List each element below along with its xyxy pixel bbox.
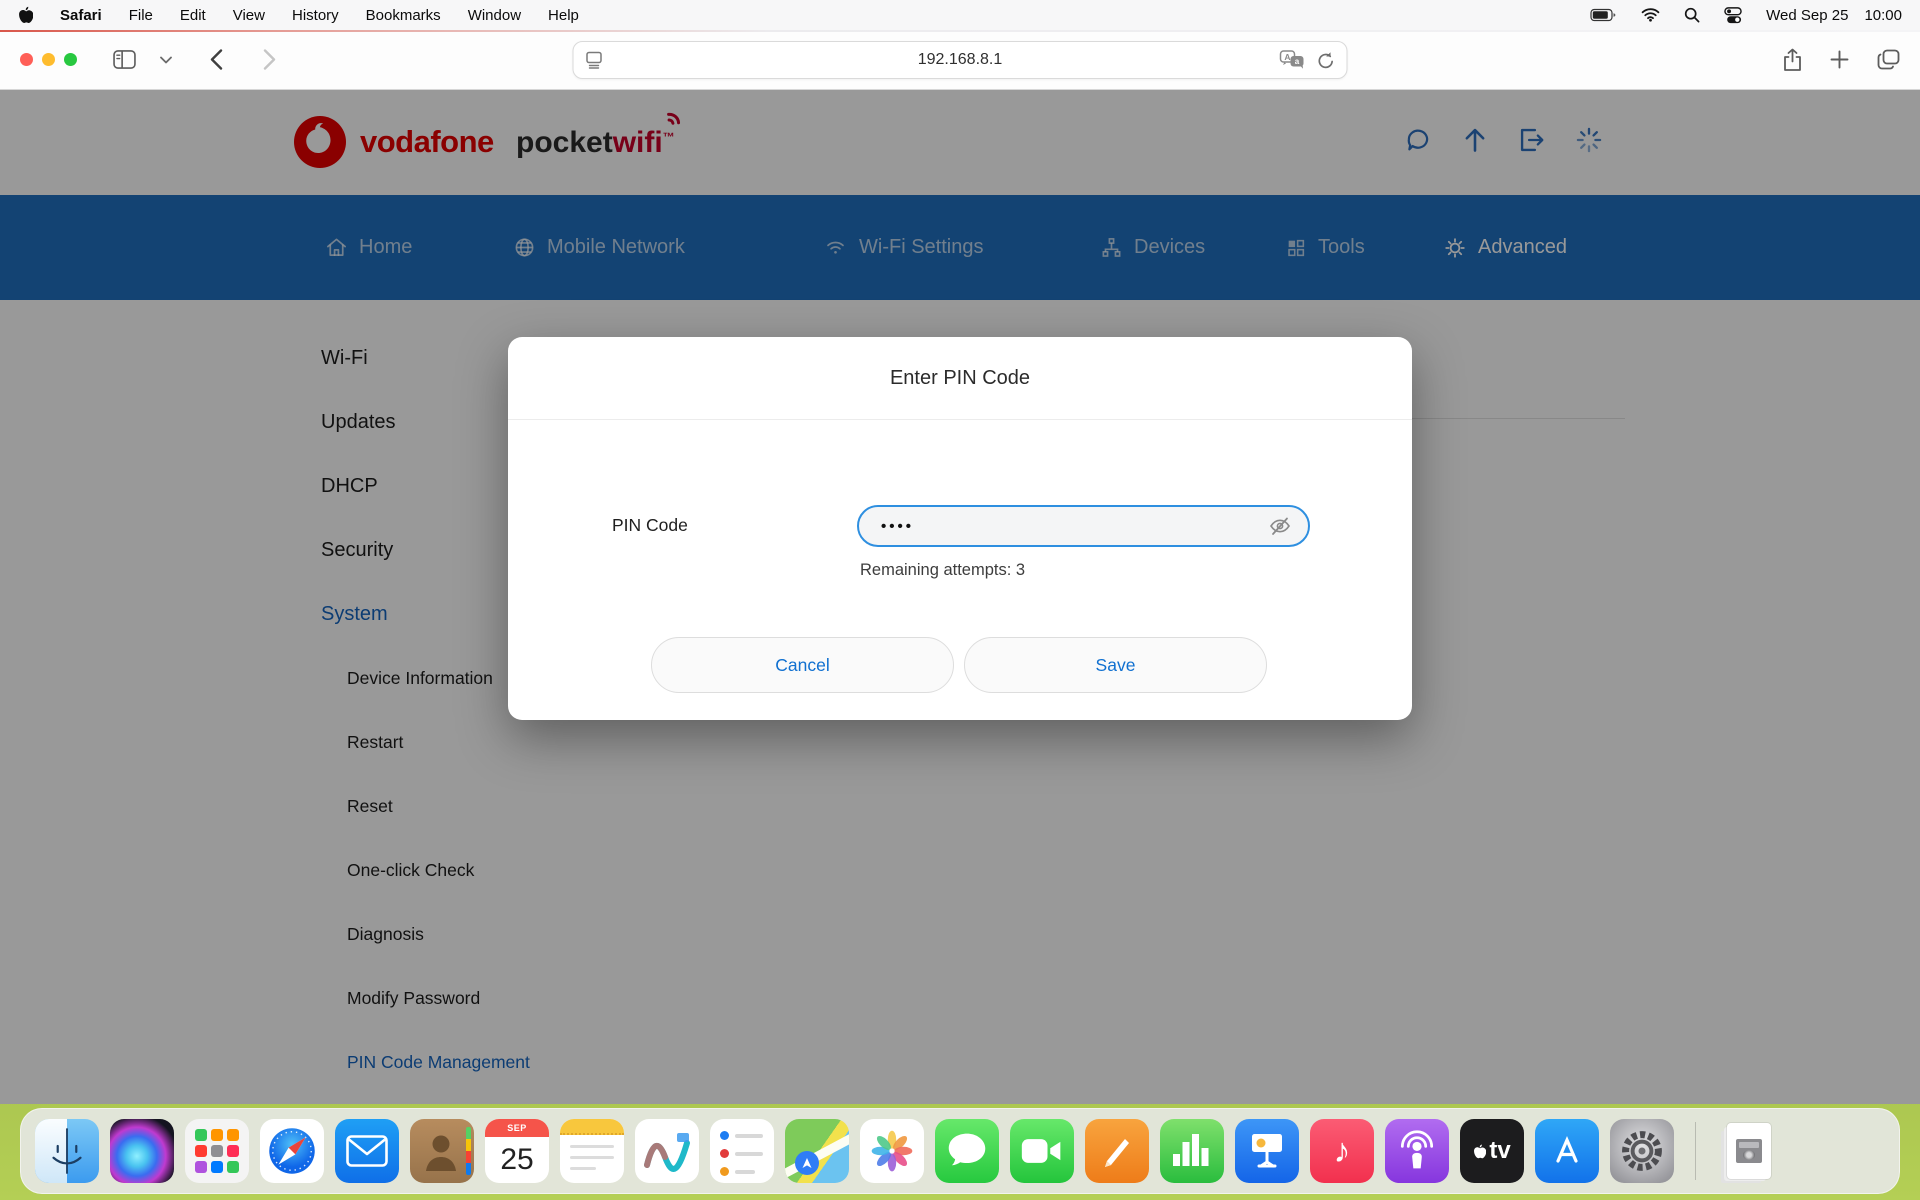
battery-icon[interactable] bbox=[1590, 8, 1617, 22]
url-text[interactable]: 192.168.8.1 bbox=[574, 51, 1347, 69]
control-center-icon[interactable] bbox=[1724, 7, 1742, 24]
menubar-date: Wed Sep 25 bbox=[1766, 7, 1848, 24]
traffic-lights bbox=[20, 53, 77, 66]
dock-siri-icon[interactable] bbox=[110, 1119, 174, 1183]
dock-safari-icon[interactable] bbox=[260, 1119, 324, 1183]
safari-toolbar: 192.168.8.1 Aa bbox=[0, 30, 1920, 90]
calendar-day: 25 bbox=[485, 1137, 549, 1183]
address-bar[interactable]: 192.168.8.1 Aa bbox=[573, 41, 1348, 79]
menu-item-view[interactable]: View bbox=[233, 7, 265, 24]
menu-item-help[interactable]: Help bbox=[548, 7, 579, 24]
dock-launchpad-icon[interactable] bbox=[185, 1119, 249, 1183]
eye-slash-icon[interactable] bbox=[1268, 515, 1292, 537]
router-page: vodafone pocketwifi™ bbox=[0, 90, 1920, 1104]
menubar-clock[interactable]: Wed Sep 25 10:00 bbox=[1766, 7, 1902, 24]
dock-contacts-icon[interactable] bbox=[410, 1119, 474, 1183]
dock-mail-icon[interactable] bbox=[335, 1119, 399, 1183]
calendar-month: SEP bbox=[485, 1119, 549, 1137]
forward-icon[interactable] bbox=[263, 49, 276, 70]
pin-masked-value: •••• bbox=[881, 518, 914, 535]
dock-notes-icon[interactable] bbox=[560, 1119, 624, 1183]
pin-input[interactable]: •••• bbox=[857, 505, 1310, 547]
wifi-icon[interactable] bbox=[1641, 8, 1660, 22]
dock-keynote-icon[interactable] bbox=[1235, 1119, 1299, 1183]
dock-pages-icon[interactable] bbox=[1085, 1119, 1149, 1183]
zoom-window-button[interactable] bbox=[64, 53, 77, 66]
chevron-down-icon[interactable] bbox=[160, 56, 172, 64]
new-tab-icon[interactable] bbox=[1830, 50, 1849, 69]
tab-overview-icon[interactable] bbox=[1877, 49, 1900, 70]
share-icon[interactable] bbox=[1783, 48, 1802, 72]
dock-freeform-icon[interactable] bbox=[635, 1119, 699, 1183]
dock-messages-icon[interactable] bbox=[935, 1119, 999, 1183]
safari-window: 192.168.8.1 Aa bbox=[0, 30, 1920, 1104]
dock: SEP 25 ♪ bbox=[20, 1108, 1900, 1194]
music-note-glyph: ♪ bbox=[1310, 1119, 1374, 1183]
minimize-window-button[interactable] bbox=[42, 53, 55, 66]
dock-appstore-icon[interactable] bbox=[1535, 1119, 1599, 1183]
menu-item-file[interactable]: File bbox=[129, 7, 153, 24]
menu-item-safari[interactable]: Safari bbox=[60, 7, 102, 24]
remaining-attempts-text: Remaining attempts: 3 bbox=[860, 561, 1025, 580]
menu-item-window[interactable]: Window bbox=[468, 7, 521, 24]
dock-downloads-icon[interactable] bbox=[1717, 1119, 1781, 1183]
dialog-title: Enter PIN Code bbox=[508, 337, 1412, 420]
dock-podcasts-icon[interactable] bbox=[1385, 1119, 1449, 1183]
dock-calendar-icon[interactable]: SEP 25 bbox=[485, 1119, 549, 1183]
sidebar-icon[interactable] bbox=[113, 50, 136, 69]
menubar-time: 10:00 bbox=[1864, 7, 1902, 24]
dock-reminders-icon[interactable] bbox=[710, 1119, 774, 1183]
dock-tv-icon[interactable]: tv bbox=[1460, 1119, 1524, 1183]
dock-maps-icon[interactable] bbox=[785, 1119, 849, 1183]
tv-label: tv bbox=[1489, 1137, 1510, 1165]
menu-bar: Safari File Edit View History Bookmarks … bbox=[0, 0, 1920, 30]
menu-item-bookmarks[interactable]: Bookmarks bbox=[366, 7, 441, 24]
save-button[interactable]: Save bbox=[964, 637, 1267, 693]
close-window-button[interactable] bbox=[20, 53, 33, 66]
dock-trash-icon[interactable] bbox=[1792, 1119, 1856, 1183]
menu-item-edit[interactable]: Edit bbox=[180, 7, 206, 24]
cancel-button[interactable]: Cancel bbox=[651, 637, 954, 693]
dock-divider bbox=[1695, 1122, 1696, 1180]
dock-finder-icon[interactable] bbox=[35, 1119, 99, 1183]
dock-music-icon[interactable]: ♪ bbox=[1310, 1119, 1374, 1183]
apple-logo-icon[interactable] bbox=[18, 6, 33, 24]
dock-facetime-icon[interactable] bbox=[1010, 1119, 1074, 1183]
pin-code-dialog: Enter PIN Code PIN Code •••• Remaining a… bbox=[508, 337, 1412, 720]
dock-numbers-icon[interactable] bbox=[1160, 1119, 1224, 1183]
pin-code-label: PIN Code bbox=[612, 515, 688, 536]
dock-settings-icon[interactable] bbox=[1610, 1119, 1674, 1183]
search-icon[interactable] bbox=[1684, 7, 1700, 23]
back-icon[interactable] bbox=[210, 49, 223, 70]
dock-photos-icon[interactable] bbox=[860, 1119, 924, 1183]
menu-item-history[interactable]: History bbox=[292, 7, 339, 24]
